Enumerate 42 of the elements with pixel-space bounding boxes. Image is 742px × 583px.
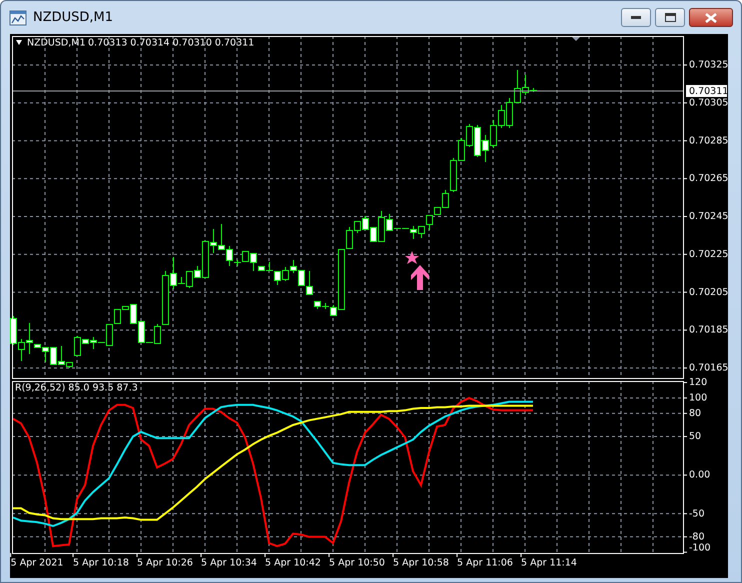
close-icon xyxy=(705,12,717,22)
time-label: 5 Apr 10:26 xyxy=(137,558,193,569)
time-label: 5 Apr 10:42 xyxy=(265,558,321,569)
time-label: 5 Apr 10:58 xyxy=(393,558,449,569)
axis-label: -100 xyxy=(689,542,711,554)
price-label: 0.70165 xyxy=(689,362,728,374)
star-icon xyxy=(405,251,419,264)
price-label: 0.70265 xyxy=(689,173,728,184)
price-label: 0.70285 xyxy=(689,135,728,146)
indicator-label: R(9,26,52) 85.0 93.5 87.3 xyxy=(15,382,138,394)
price-label: 0.70205 xyxy=(689,286,728,298)
time-label: 5 Apr 11:14 xyxy=(521,558,577,569)
time-label: 5 Apr 10:18 xyxy=(73,558,129,569)
maximize-button[interactable] xyxy=(655,8,685,27)
axis-label: -50 xyxy=(689,508,705,520)
price-label: 0.70325 xyxy=(689,60,728,71)
current-price-label: 0.70311 xyxy=(686,85,728,98)
price-label: 0.70245 xyxy=(689,211,728,222)
axis-label: 80 xyxy=(689,408,702,419)
axis-label: 50 xyxy=(689,431,702,442)
minimize-button[interactable] xyxy=(621,8,651,27)
time-label: 5 Apr 10:50 xyxy=(329,558,385,569)
window-title: NZDUSD,M1 xyxy=(33,8,114,27)
axis-label: 120 xyxy=(689,377,708,388)
up-arrow-icon xyxy=(411,265,429,290)
axis-label: -80 xyxy=(689,531,705,542)
close-button[interactable] xyxy=(689,8,733,27)
time-label: 5 Apr 2021 xyxy=(10,558,64,569)
price-label: 0.70225 xyxy=(689,248,728,260)
maximize-icon xyxy=(664,13,676,22)
axis-label: 100 xyxy=(689,392,708,404)
chart-window-icon xyxy=(9,10,27,26)
minimize-icon xyxy=(631,16,641,20)
chart-shift-icon[interactable] xyxy=(571,36,581,41)
time-label: 5 Apr 11:06 xyxy=(457,558,513,569)
axis-label: 0.00 xyxy=(689,470,710,481)
symbol-label: NZDUSD,M1 xyxy=(27,38,86,49)
caret-icon[interactable] xyxy=(16,40,22,45)
price-label: 0.70305 xyxy=(689,97,728,108)
ohlc-label: 0.70313 0.70314 0.70310 0.70311 xyxy=(88,38,254,49)
price-label: 0.70185 xyxy=(689,324,728,336)
time-label: 5 Apr 10:34 xyxy=(201,558,257,569)
